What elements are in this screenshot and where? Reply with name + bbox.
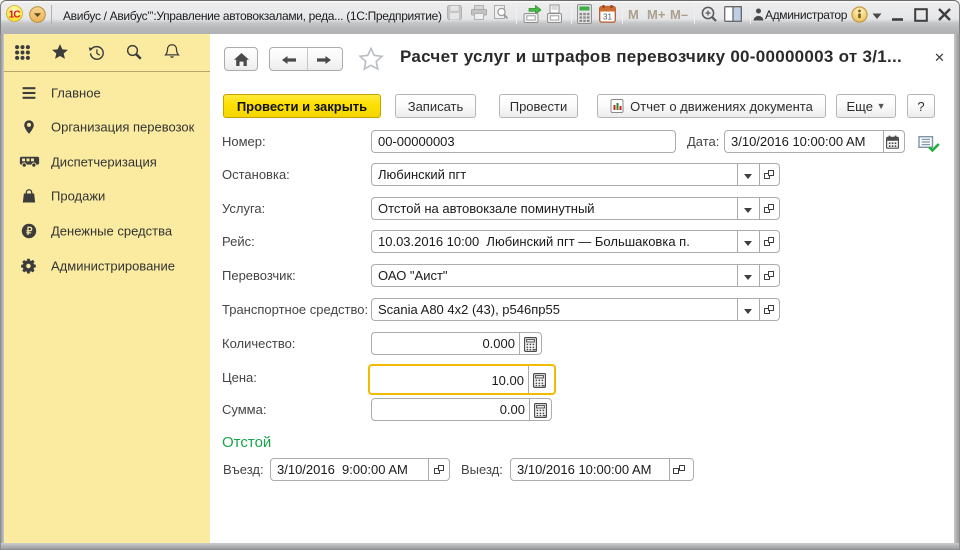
svg-text:C: C bbox=[13, 10, 20, 21]
svg-text:31: 31 bbox=[603, 13, 612, 22]
